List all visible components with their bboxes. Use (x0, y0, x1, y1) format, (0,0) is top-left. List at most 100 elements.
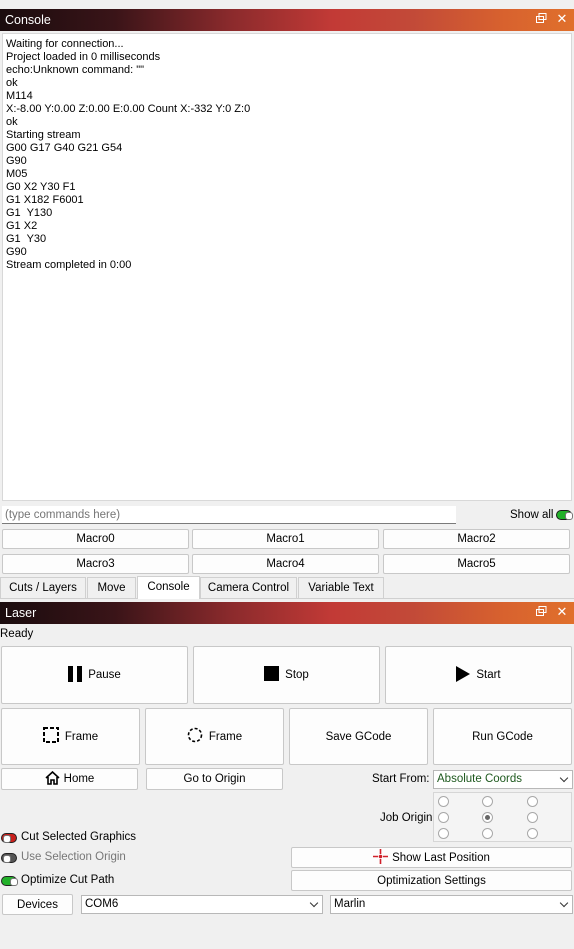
job-origin-radio-2[interactable] (527, 796, 538, 807)
optimization-settings-label: Optimization Settings (377, 874, 486, 887)
console-line: echo:Unknown command: "" (6, 64, 145, 76)
pause-label: Pause (88, 669, 121, 681)
optimization-settings-button[interactable]: Optimization Settings (291, 870, 572, 891)
firmware-select[interactable]: Marlin (330, 895, 573, 914)
close-icon[interactable]: ✕ (555, 12, 569, 26)
chevron-down-icon (309, 898, 319, 908)
crosshair-icon (373, 848, 389, 867)
console-line: ok (6, 116, 18, 128)
port-value: COM6 (85, 898, 119, 910)
close-icon[interactable]: ✕ (555, 605, 569, 619)
start-from-value: Absolute Coords (437, 773, 523, 785)
tab-divider (0, 598, 574, 599)
job-origin-radio-0[interactable] (438, 796, 449, 807)
frame-rect-icon (42, 727, 59, 746)
home-button[interactable]: Home (1, 768, 138, 790)
chevron-down-icon (559, 773, 569, 783)
console-line: G1 X2 (6, 220, 38, 232)
frame-rect-label: Frame (64, 730, 99, 743)
cut-selected-toggle[interactable] (1, 833, 17, 843)
show-last-position-label: Show Last Position (392, 851, 490, 864)
console-line: M114 (6, 90, 33, 102)
home-icon (45, 770, 60, 788)
use-selection-origin-label: Use Selection Origin (21, 851, 126, 863)
show-all-label: Show all (510, 509, 554, 521)
start-from-label: Start From: (372, 773, 430, 785)
console-line: M05 (6, 168, 28, 180)
play-icon (456, 665, 471, 685)
tab-console[interactable]: Console (137, 576, 200, 599)
save-gcode-label: Save GCode (325, 730, 392, 743)
console-line: G1 X182 F6001 (6, 194, 84, 206)
macro-button-4[interactable]: Macro4 (192, 554, 379, 574)
frame-circle-label: Frame (208, 730, 243, 743)
start-label: Start (476, 669, 501, 681)
job-origin-radio-3[interactable] (438, 812, 449, 823)
start-button[interactable]: Start (385, 646, 572, 704)
tab-variable-text[interactable]: Variable Text (298, 577, 384, 598)
float-icon[interactable] (534, 606, 548, 620)
firmware-value: Marlin (334, 898, 366, 910)
optimize-cut-path-toggle[interactable] (1, 876, 18, 886)
console-line: X:-8.00 Y:0.00 Z:0.00 E:0.00 Count X:-33… (6, 103, 251, 115)
port-select[interactable]: COM6 (81, 895, 323, 914)
show-last-position-button[interactable]: Show Last Position (291, 847, 572, 868)
laser-title: Laser (5, 606, 37, 620)
frame-rect-button[interactable]: Frame (1, 708, 140, 765)
cut-selected-label: Cut Selected Graphics (21, 831, 137, 843)
job-origin-radio-5[interactable] (527, 812, 538, 823)
run-gcode-label: Run GCode (472, 730, 533, 743)
job-origin-radio-1[interactable] (482, 796, 493, 807)
console-line: Project loaded in 0 milliseconds (6, 51, 161, 63)
console-output: Waiting for connection... Project loaded … (2, 33, 572, 501)
laser-status: Ready (0, 628, 34, 640)
job-origin-grid (433, 792, 572, 842)
console-line: G0 X2 Y30 F1 (6, 181, 76, 193)
console-line: Starting stream (6, 129, 81, 141)
macro-button-1[interactable]: Macro1 (192, 529, 379, 549)
frame-circle-icon (187, 727, 203, 746)
devices-button[interactable]: Devices (2, 894, 73, 915)
job-origin-radio-7[interactable] (482, 828, 493, 839)
console-line: ok (6, 77, 18, 89)
pause-icon (68, 665, 83, 685)
job-origin-radio-8[interactable] (527, 828, 538, 839)
tab-cuts-layers[interactable]: Cuts / Layers (0, 577, 86, 598)
tab-camera-control[interactable]: Camera Control (200, 577, 297, 598)
optimize-cut-path-label: Optimize Cut Path (21, 874, 115, 886)
macro-button-2[interactable]: Macro2 (383, 529, 570, 549)
save-gcode-button[interactable]: Save GCode (289, 708, 428, 765)
console-line: G1 Y130 (6, 207, 53, 219)
job-origin-radio-6[interactable] (438, 828, 449, 839)
show-all-toggle[interactable] (556, 510, 573, 520)
home-label: Home (63, 773, 95, 785)
float-icon[interactable] (534, 13, 548, 27)
laser-titlebar: Laser (0, 602, 574, 624)
stop-button[interactable]: Stop (193, 646, 380, 704)
console-titlebar: Console (0, 9, 574, 31)
go-to-origin-label: Go to Origin (183, 773, 246, 785)
job-origin-label: Job Origin (380, 812, 433, 824)
tab-move[interactable]: Move (87, 577, 136, 598)
console-line: G1 Y30 (6, 233, 47, 245)
stop-icon (264, 666, 280, 684)
macro-button-5[interactable]: Macro5 (383, 554, 570, 574)
go-to-origin-button[interactable]: Go to Origin (146, 768, 283, 790)
console-line: G90 (6, 246, 27, 258)
macro-button-0[interactable]: Macro0 (2, 529, 189, 549)
frame-circle-button[interactable]: Frame (145, 708, 284, 765)
job-origin-radio-4[interactable] (482, 812, 493, 823)
pause-button[interactable]: Pause (1, 646, 188, 704)
console-line: Stream completed in 0:00 (6, 259, 132, 271)
console-line: G00 G17 G40 G21 G54 (6, 142, 123, 154)
console-line: Waiting for connection... (6, 38, 124, 50)
start-from-select[interactable]: Absolute Coords (433, 770, 573, 789)
chevron-down-icon (559, 898, 569, 908)
macro-button-3[interactable]: Macro3 (2, 554, 189, 574)
console-line: G90 (6, 155, 27, 167)
run-gcode-button[interactable]: Run GCode (433, 708, 572, 765)
use-selection-origin-toggle[interactable] (1, 853, 17, 863)
command-input[interactable] (2, 506, 456, 524)
devices-label: Devices (17, 898, 58, 911)
console-title: Console (5, 13, 51, 27)
